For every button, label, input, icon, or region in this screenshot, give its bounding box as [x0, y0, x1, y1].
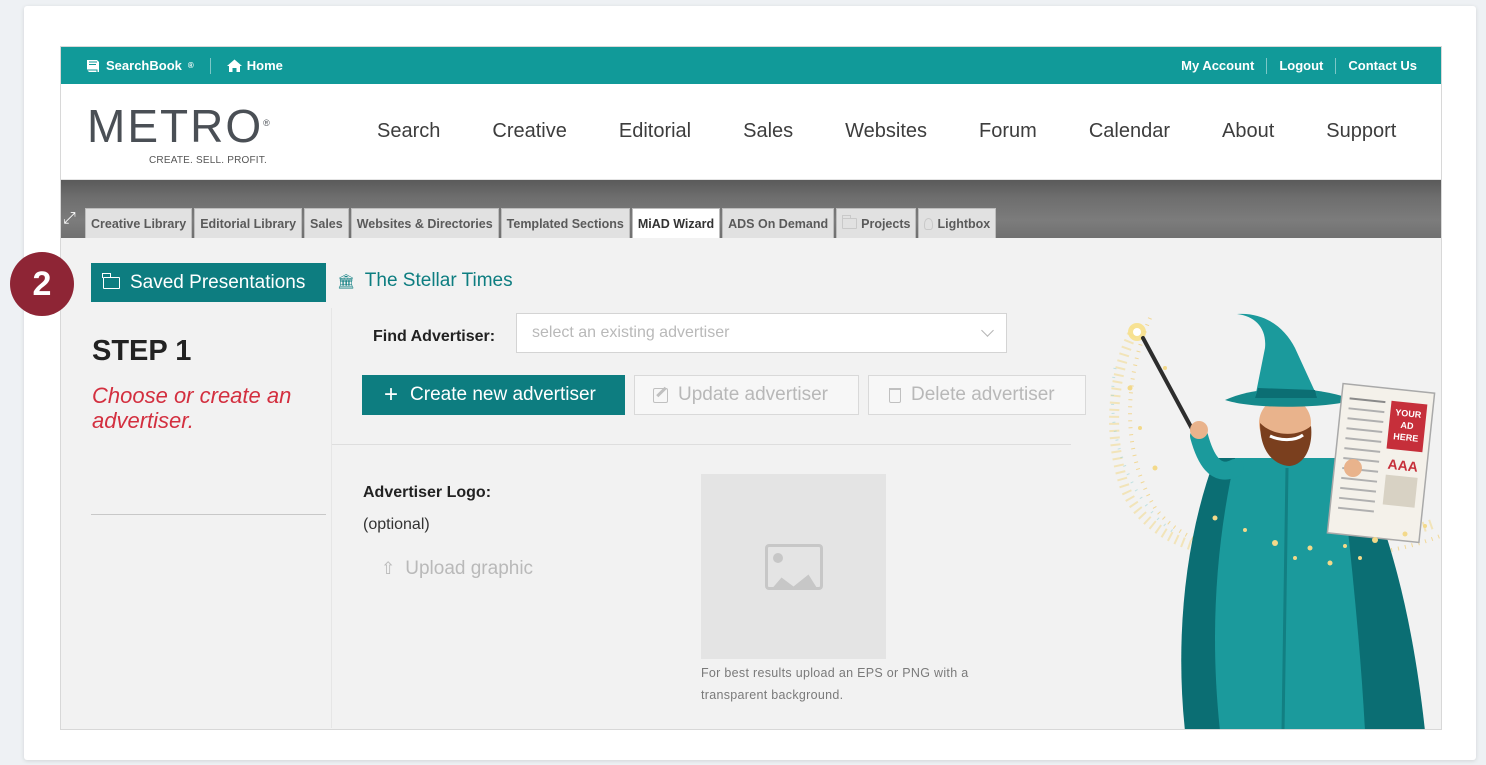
metro-logo[interactable]: METRO ® CREATE. SELL. PROFIT.	[61, 97, 311, 166]
step-title: STEP 1	[92, 335, 192, 367]
divider	[331, 308, 332, 728]
saved-presentations-button[interactable]: Saved Presentations	[91, 263, 326, 302]
logo-preview	[701, 474, 886, 659]
tab-lightbox[interactable]: Lightbox	[918, 208, 997, 238]
upload-graphic-label: Upload graphic	[405, 558, 534, 579]
publication-link[interactable]: 🏛 The Stellar Times	[337, 270, 513, 292]
publication-name: The Stellar Times	[364, 270, 513, 291]
advertiser-select-placeholder: select an existing advertiser	[532, 324, 730, 341]
tab-ads-on-demand[interactable]: ADS On Demand	[722, 208, 835, 238]
divider	[209, 57, 211, 74]
newspaper-sign: AAA	[1387, 456, 1419, 475]
home-link[interactable]: Home	[226, 58, 283, 73]
edit-icon	[653, 387, 668, 403]
image-icon	[764, 543, 823, 590]
contact-us-link[interactable]: Contact Us	[1348, 58, 1417, 73]
tab-label: Templated Sections	[506, 216, 624, 231]
main-nav: Search Creative Editorial Sales Websites…	[377, 120, 1396, 143]
nav-calendar[interactable]: Calendar	[1089, 120, 1170, 143]
app-window: SearchBook ® Home My Account Logout Conta…	[60, 46, 1442, 730]
tab-editorial-library[interactable]: Editorial Library	[194, 208, 303, 238]
account-links: My Account Logout Contact Us	[1181, 57, 1417, 74]
find-advertiser-label: Find Advertiser:	[373, 328, 496, 345]
folder-icon	[841, 215, 858, 229]
logo-word: METRO	[87, 100, 264, 152]
logo-tagline: CREATE. SELL. PROFIT.	[149, 155, 267, 166]
upload-icon: ⇧	[381, 559, 396, 578]
tab-creative-library[interactable]: Creative Library	[85, 208, 193, 238]
tab-miad-wizard[interactable]: MiAD Wizard	[631, 208, 721, 238]
tab-templated-sections[interactable]: Templated Sections	[500, 208, 630, 238]
tab-label: Sales	[310, 216, 343, 231]
logout-link[interactable]: Logout	[1279, 58, 1323, 73]
upload-graphic-button[interactable]: ⇧ Upload graphic	[381, 558, 533, 580]
nav-sales[interactable]: Sales	[743, 120, 793, 143]
wizard-content: Saved Presentations 🏛 The Stellar Times …	[61, 238, 1441, 729]
step-description: Choose or create an advertiser.	[92, 383, 292, 433]
searchbook-link[interactable]: SearchBook ®	[85, 58, 194, 73]
tab-label: Creative Library	[91, 216, 187, 231]
nav-forum[interactable]: Forum	[979, 120, 1037, 143]
tab-list: Creative Library Editorial Library Sales…	[85, 208, 998, 238]
my-account-link[interactable]: My Account	[1181, 58, 1254, 73]
folder-icon	[102, 272, 120, 289]
tab-label: Projects	[861, 216, 911, 231]
delete-advertiser-button[interactable]: Delete advertiser	[868, 375, 1086, 415]
saved-presentations-label: Saved Presentations	[130, 271, 306, 293]
logo-wordmark: METRO ®	[87, 101, 311, 151]
tab-strip: ⤢ Creative Library Editorial Library Sal…	[61, 180, 1441, 238]
logo-registered: ®	[263, 118, 272, 128]
searchbook-label: SearchBook	[106, 58, 182, 73]
chevron-down-icon	[981, 324, 994, 337]
tab-label: Lightbox	[937, 216, 991, 231]
home-label: Home	[246, 58, 283, 73]
delete-advertiser-label: Delete advertiser	[911, 384, 1055, 405]
nav-websites[interactable]: Websites	[845, 120, 927, 143]
tab-sales[interactable]: Sales	[304, 208, 349, 238]
update-advertiser-label: Update advertiser	[678, 384, 828, 405]
book-icon	[87, 59, 99, 72]
optional-label: (optional)	[363, 516, 430, 533]
tab-label: ADS On Demand	[728, 216, 829, 231]
building-icon: 🏛	[337, 272, 355, 289]
tab-projects[interactable]: Projects	[836, 208, 917, 238]
home-icon	[226, 59, 242, 72]
create-advertiser-button[interactable]: + Create new advertiser	[362, 375, 625, 415]
divider	[1335, 57, 1337, 74]
plus-icon: +	[384, 381, 399, 408]
wizard-illustration: YOUR AD HERE AAA	[1109, 313, 1441, 729]
divider	[91, 514, 326, 515]
nav-creative[interactable]: Creative	[492, 120, 566, 143]
advertiser-select[interactable]: select an existing advertiser	[516, 313, 1007, 353]
divider	[332, 444, 1071, 445]
tab-label: MiAD Wizard	[637, 216, 715, 231]
divider	[1266, 57, 1268, 74]
tab-websites-directories[interactable]: Websites & Directories	[350, 208, 499, 238]
nav-support[interactable]: Support	[1326, 120, 1396, 143]
upload-hint: For best results upload an EPS or PNG wi…	[701, 666, 969, 702]
newspaper-line-2: AD	[1400, 420, 1414, 431]
step-number-badge: 2	[10, 252, 74, 316]
advertiser-logo-label: Advertiser Logo:	[363, 484, 492, 501]
tab-label: Editorial Library	[200, 216, 297, 231]
expand-icon[interactable]: ⤢	[63, 210, 76, 228]
trash-icon	[889, 387, 901, 403]
site-header: METRO ® CREATE. SELL. PROFIT. Search Crea…	[61, 84, 1441, 180]
nav-about[interactable]: About	[1222, 120, 1274, 143]
lightbulb-icon	[924, 217, 934, 230]
tab-label: Websites & Directories	[356, 216, 493, 231]
registered-mark: ®	[187, 61, 194, 70]
update-advertiser-button[interactable]: Update advertiser	[634, 375, 859, 415]
create-advertiser-label: Create new advertiser	[410, 384, 596, 405]
nav-editorial[interactable]: Editorial	[619, 120, 691, 143]
top-bar: SearchBook ® Home My Account Logout Conta…	[61, 47, 1441, 84]
nav-search[interactable]: Search	[377, 120, 440, 143]
